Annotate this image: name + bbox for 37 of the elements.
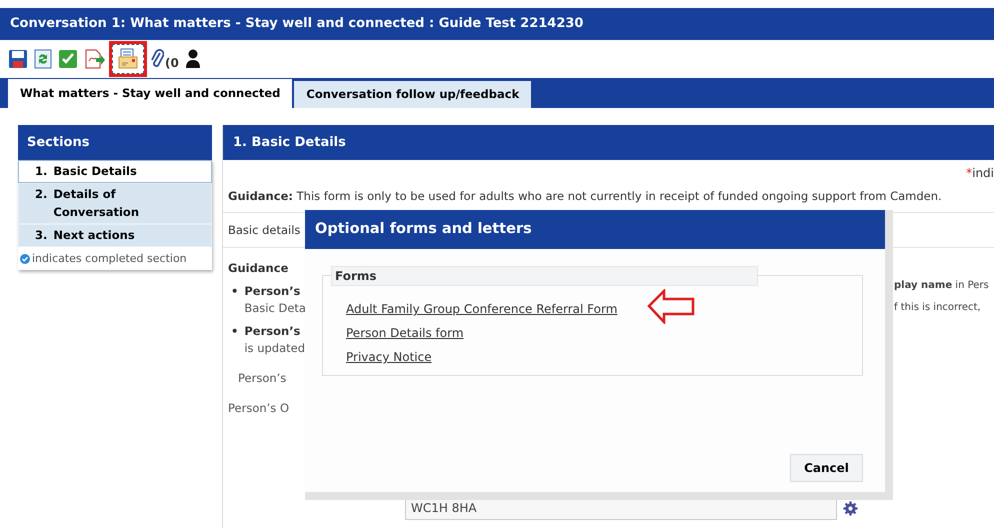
subheading: Basic details: [228, 222, 300, 239]
tab[interactable]: Conversation follow up/feedback: [294, 81, 532, 108]
field-label: Person’s O: [228, 400, 290, 417]
form-link[interactable]: Privacy Notice: [346, 348, 432, 366]
document-arrow-icon[interactable]: [84, 49, 106, 69]
checkmark-icon[interactable]: [58, 49, 78, 69]
panel-header: 1. Basic Details: [223, 125, 994, 160]
bullet-icon: •: [231, 323, 238, 340]
attachment-count: (0: [165, 55, 179, 72]
field-label: Person’s: [237, 370, 288, 386]
section-item[interactable]: 1. Basic Details: [18, 160, 212, 184]
group-legend: Forms: [331, 266, 758, 286]
form-link[interactable]: Person Details form: [346, 324, 464, 342]
window-title: Conversation 1: What matters - Stay well and connected : Guide Test 2214230: [10, 15, 584, 34]
bullet-text: Person’s is updated: [244, 323, 306, 358]
text-fragment: play name in Pers: [894, 279, 990, 294]
bullet-text: Person’s Basic Deta: [244, 282, 306, 317]
form-envelope-icon: [117, 48, 139, 70]
person-icon[interactable]: [184, 49, 201, 69]
form-link[interactable]: Adult Family Group Conference Referral Form: [346, 300, 618, 318]
guidance-text: Guidance: This form is only to be used for adults who are not currently in receipt of funded ongoing support from Camden.: [227, 188, 943, 205]
section-item[interactable]: 3. Next actions: [18, 224, 212, 247]
paperclip-icon[interactable]: [150, 48, 164, 70]
tab[interactable]: What matters - Stay well and connected: [8, 79, 292, 108]
gear-icon[interactable]: [843, 500, 858, 516]
dialog-title: Optional forms and letters: [305, 210, 885, 249]
legend-text: indicates completed section: [32, 251, 187, 267]
text-fragment: f this is incorrect,: [894, 301, 982, 316]
refresh-icon[interactable]: [34, 49, 52, 69]
arrow-annotation: [647, 289, 695, 324]
panel-header: Sections: [18, 125, 212, 160]
cancel-button[interactable]: Cancel: [790, 454, 863, 482]
required-note: *indi: [966, 165, 994, 182]
section-item[interactable]: 2. Details of Conversation: [18, 183, 212, 224]
forms-button[interactable]: [112, 44, 144, 74]
guidance-heading: Guidance: [228, 260, 290, 278]
bullet-icon: •: [231, 282, 238, 300]
